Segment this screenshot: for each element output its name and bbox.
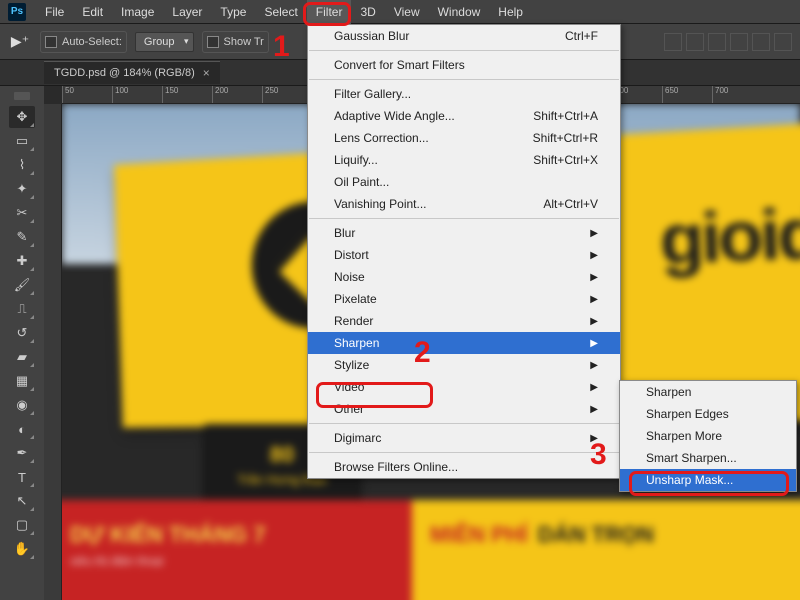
menu-item-convert-smart[interactable]: Convert for Smart Filters bbox=[308, 54, 620, 76]
marquee-tool[interactable]: ▭ bbox=[9, 130, 35, 152]
align-icon[interactable] bbox=[730, 33, 748, 51]
menu-item-sharpen-basic[interactable]: Sharpen bbox=[620, 381, 796, 403]
menu-item-oil-paint[interactable]: Oil Paint... bbox=[308, 171, 620, 193]
toolbox-grip[interactable] bbox=[14, 92, 30, 100]
stamp-tool[interactable]: ⎍ bbox=[9, 298, 35, 320]
menu-layer[interactable]: Layer bbox=[163, 0, 211, 24]
menu-item-liquify[interactable]: Liquify...Shift+Ctrl+X bbox=[308, 149, 620, 171]
chevron-right-icon: ▶ bbox=[590, 404, 598, 415]
chevron-right-icon: ▶ bbox=[590, 228, 598, 239]
filter-dropdown: Gaussian Blur Ctrl+F Convert for Smart F… bbox=[307, 24, 621, 479]
ruler-vertical bbox=[44, 104, 62, 600]
magic-wand-tool[interactable]: ✦ bbox=[9, 178, 35, 200]
history-brush-tool[interactable]: ↺ bbox=[9, 322, 35, 344]
menu-image[interactable]: Image bbox=[112, 0, 163, 24]
toolbox: ✥ ▭ ⌇ ✦ ✂ ✎ ✚ 🖌 ⎍ ↺ ▰ ▦ ◉ ◐ ✒ T ↖ ▢ ✋ bbox=[0, 86, 44, 600]
align-icon[interactable] bbox=[752, 33, 770, 51]
eyedropper-tool[interactable]: ✎ bbox=[9, 226, 35, 248]
brush-tool[interactable]: 🖌 bbox=[9, 274, 35, 296]
pen-tool[interactable]: ✒ bbox=[9, 442, 35, 464]
chevron-right-icon: ▶ bbox=[590, 272, 598, 283]
chevron-right-icon: ▶ bbox=[590, 250, 598, 261]
blur-tool[interactable]: ◉ bbox=[9, 394, 35, 416]
separator bbox=[309, 423, 619, 424]
menu-item-noise[interactable]: Noise▶ bbox=[308, 266, 620, 288]
dodge-tool[interactable]: ◐ bbox=[9, 418, 35, 440]
path-selection-tool[interactable]: ↖ bbox=[9, 490, 35, 512]
menu-type[interactable]: Type bbox=[211, 0, 255, 24]
auto-select-label: Auto-Select: bbox=[62, 36, 122, 48]
chevron-right-icon: ▶ bbox=[590, 294, 598, 305]
app-logo: Ps bbox=[8, 3, 26, 21]
chevron-right-icon: ▶ bbox=[590, 433, 598, 444]
shape-tool[interactable]: ▢ bbox=[9, 514, 35, 536]
checkbox-icon bbox=[45, 36, 57, 48]
menu-item-sharpen-edges[interactable]: Sharpen Edges bbox=[620, 403, 796, 425]
eraser-tool[interactable]: ▰ bbox=[9, 346, 35, 368]
chevron-right-icon: ▶ bbox=[590, 382, 598, 393]
menu-item-smart-sharpen[interactable]: Smart Sharpen... bbox=[620, 447, 796, 469]
menu-3d[interactable]: 3D bbox=[351, 0, 384, 24]
chevron-right-icon: ▶ bbox=[590, 316, 598, 327]
type-tool[interactable]: T bbox=[9, 466, 35, 488]
menu-item-blur[interactable]: Blur▶ bbox=[308, 222, 620, 244]
menu-view[interactable]: View bbox=[385, 0, 429, 24]
auto-select-checkbox[interactable]: Auto-Select: bbox=[40, 31, 127, 53]
checkbox-icon bbox=[207, 36, 219, 48]
menu-item-digimarc[interactable]: Digimarc▶ bbox=[308, 427, 620, 449]
menu-select[interactable]: Select bbox=[255, 0, 306, 24]
menu-file[interactable]: File bbox=[36, 0, 73, 24]
chevron-right-icon: ▶ bbox=[590, 360, 598, 371]
separator bbox=[309, 50, 619, 51]
menu-item-pixelate[interactable]: Pixelate▶ bbox=[308, 288, 620, 310]
menu-edit[interactable]: Edit bbox=[73, 0, 112, 24]
separator bbox=[309, 79, 619, 80]
show-transform-label: Show Tr bbox=[224, 36, 264, 48]
alignment-icon-group bbox=[664, 33, 792, 51]
menu-item-unsharp-mask[interactable]: Unsharp Mask... bbox=[620, 469, 796, 491]
close-icon[interactable]: × bbox=[203, 66, 210, 80]
align-icon[interactable] bbox=[686, 33, 704, 51]
menu-item-video[interactable]: Video▶ bbox=[308, 376, 620, 398]
menu-item-adaptive-wide-angle[interactable]: Adaptive Wide Angle...Shift+Ctrl+A bbox=[308, 105, 620, 127]
menu-help[interactable]: Help bbox=[489, 0, 532, 24]
sign-text: gioidi bbox=[658, 191, 800, 280]
menu-item-browse-filters[interactable]: Browse Filters Online... bbox=[308, 456, 620, 478]
align-icon[interactable] bbox=[664, 33, 682, 51]
crop-tool[interactable]: ✂ bbox=[9, 202, 35, 224]
separator bbox=[309, 218, 619, 219]
banner-yellow: MIỄN PHÍ DÁN TRỌN bbox=[412, 500, 800, 600]
align-icon[interactable] bbox=[774, 33, 792, 51]
align-icon[interactable] bbox=[708, 33, 726, 51]
menu-item-distort[interactable]: Distort▶ bbox=[308, 244, 620, 266]
menu-window[interactable]: Window bbox=[429, 0, 490, 24]
banner-red: DỰ KIẾN THÁNG 7 siêu thị điện thoại bbox=[62, 500, 412, 600]
menu-item-filter-gallery[interactable]: Filter Gallery... bbox=[308, 83, 620, 105]
move-tool-indicator: ▶⁺ bbox=[8, 31, 32, 53]
menu-item-other[interactable]: Other▶ bbox=[308, 398, 620, 420]
auto-select-mode-dropdown[interactable]: Group bbox=[135, 32, 194, 52]
healing-tool[interactable]: ✚ bbox=[9, 250, 35, 272]
menu-item-stylize[interactable]: Stylize▶ bbox=[308, 354, 620, 376]
menu-item-vanishing-point[interactable]: Vanishing Point...Alt+Ctrl+V bbox=[308, 193, 620, 215]
menu-item-sharpen[interactable]: Sharpen▶ bbox=[308, 332, 620, 354]
menu-item-lens-correction[interactable]: Lens Correction...Shift+Ctrl+R bbox=[308, 127, 620, 149]
menu-filter[interactable]: Filter bbox=[307, 0, 352, 24]
move-tool[interactable]: ✥ bbox=[9, 106, 35, 128]
menu-item-sharpen-more[interactable]: Sharpen More bbox=[620, 425, 796, 447]
hand-tool[interactable]: ✋ bbox=[9, 538, 35, 560]
show-transform-checkbox[interactable]: Show Tr bbox=[202, 31, 269, 53]
menu-item-render[interactable]: Render▶ bbox=[308, 310, 620, 332]
lasso-tool[interactable]: ⌇ bbox=[9, 154, 35, 176]
gradient-tool[interactable]: ▦ bbox=[9, 370, 35, 392]
chevron-right-icon: ▶ bbox=[590, 338, 598, 349]
document-title: TGDD.psd @ 184% (RGB/8) bbox=[54, 67, 195, 79]
menu-item-last-filter[interactable]: Gaussian Blur Ctrl+F bbox=[308, 25, 620, 47]
document-tab[interactable]: TGDD.psd @ 184% (RGB/8) × bbox=[44, 61, 220, 84]
sharpen-submenu: Sharpen Sharpen Edges Sharpen More Smart… bbox=[619, 380, 797, 492]
menubar: Ps File Edit Image Layer Type Select Fil… bbox=[0, 0, 800, 24]
separator bbox=[309, 452, 619, 453]
